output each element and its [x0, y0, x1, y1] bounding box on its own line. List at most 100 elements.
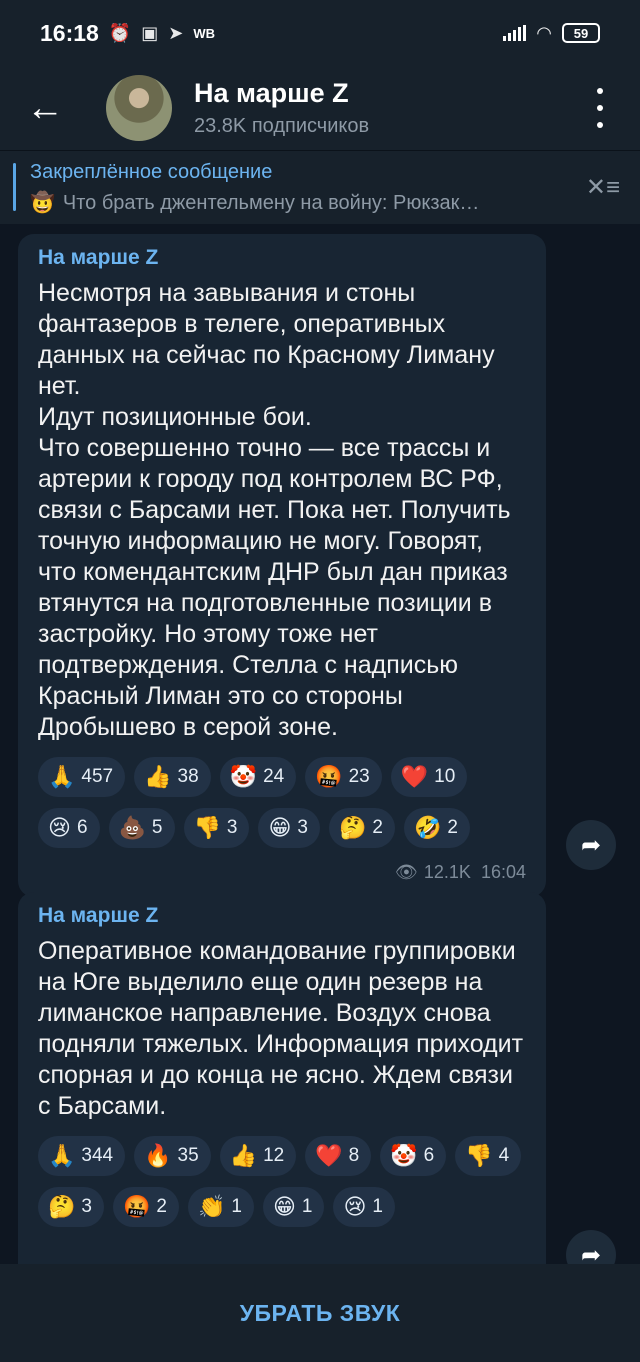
- heart-icon: ❤️: [400, 764, 429, 789]
- reaction-count: 2: [156, 1196, 167, 1217]
- reaction-clown[interactable]: 🤡 24: [219, 757, 297, 797]
- reaction-crying[interactable]: 😢 1: [333, 1187, 395, 1227]
- crying-face-icon: 😢: [48, 815, 71, 840]
- back-arrow-icon[interactable]: ←: [0, 66, 90, 150]
- reaction-poop[interactable]: 💩 5: [108, 808, 175, 848]
- thinking-face-icon: 🤔: [48, 1194, 76, 1219]
- mute-button[interactable]: УБРАТЬ ЗВУК: [240, 1300, 401, 1327]
- reaction-thinking[interactable]: 🤔 3: [38, 1187, 104, 1227]
- reaction-count: 3: [226, 817, 238, 838]
- reaction-crying[interactable]: 😢 6: [38, 808, 100, 848]
- reaction-count: 2: [447, 817, 458, 838]
- grin-icon: 😁: [268, 815, 292, 840]
- reaction-pray[interactable]: 🙏 457: [38, 757, 126, 797]
- rofl-icon: 🤣: [413, 815, 442, 840]
- reaction-count: 457: [81, 766, 114, 787]
- message-meta: 👁 12.1K 16:04: [38, 862, 526, 883]
- subscriber-count: 23.8K подписчиков: [194, 115, 370, 137]
- channel-avatar[interactable]: [106, 75, 172, 141]
- thumbs-up-icon: 👍: [229, 1143, 258, 1168]
- reaction-heart[interactable]: ❤️ 8: [305, 1136, 372, 1176]
- reaction-count: 4: [498, 1145, 510, 1166]
- message-bubble[interactable]: На марше Z Несмотря на завывания и стоны…: [18, 234, 546, 897]
- reaction-count: 8: [348, 1145, 360, 1166]
- chat-header: ← На марше Z 23.8K подписчиков: [0, 66, 640, 150]
- reaction-count: 2: [372, 817, 383, 838]
- message-bubble[interactable]: На марше Z Оперативное командование груп…: [18, 892, 546, 1264]
- reaction-grin[interactable]: 😁 3: [258, 808, 320, 848]
- reaction-heart[interactable]: ❤️ 10: [390, 757, 468, 797]
- reaction-pray[interactable]: 🙏 344: [38, 1136, 126, 1176]
- reaction-rofl[interactable]: 🤣 2: [403, 808, 470, 848]
- reaction-count: 1: [301, 1196, 313, 1217]
- message-author: На марше Z: [38, 904, 159, 927]
- battery-icon: 59: [562, 23, 600, 43]
- reaction-count: 5: [151, 817, 163, 838]
- clap-icon: 👏: [197, 1194, 226, 1219]
- message-time: 16:04: [480, 862, 526, 882]
- views-eye-icon: 👁: [395, 862, 418, 882]
- reaction-count: 6: [76, 817, 88, 838]
- reaction-count: 10: [434, 766, 456, 787]
- reaction-count: 38: [177, 766, 199, 787]
- channel-info[interactable]: На марше Z 23.8K подписчиков: [194, 78, 369, 138]
- message-text: Оперативное командование группировки на …: [38, 937, 524, 1120]
- pinned-message-bar[interactable]: Закреплённое сообщение 🤠 Что брать дженте…: [0, 150, 640, 224]
- pinned-emoji: 🤠: [30, 192, 55, 214]
- reaction-count: 12: [263, 1145, 285, 1166]
- wifi-icon: ◠: [536, 22, 552, 43]
- reaction-count: 3: [81, 1196, 92, 1217]
- reaction-clown[interactable]: 🤡 6: [380, 1136, 447, 1176]
- reaction-thumbs-up[interactable]: 👍 38: [134, 757, 211, 797]
- message-text: Несмотря на завывания и стоны фантазеров…: [38, 279, 511, 741]
- reaction-count: 24: [263, 766, 285, 787]
- status-time: 16:18: [40, 19, 99, 46]
- reaction-count: 344: [81, 1145, 114, 1166]
- reaction-count: 6: [423, 1145, 435, 1166]
- reaction-cursing[interactable]: 🤬 2: [112, 1187, 179, 1227]
- carrier-badge: WB: [193, 25, 216, 41]
- thumbs-up-icon: 👍: [144, 764, 172, 789]
- thumbs-down-icon: 👎: [465, 1143, 493, 1168]
- pinned-indicator: [13, 163, 16, 211]
- reaction-count: 3: [297, 817, 308, 838]
- share-button[interactable]: ➦: [566, 820, 616, 870]
- thinking-face-icon: 🤔: [339, 815, 367, 840]
- reaction-thumbs-up[interactable]: 👍 12: [219, 1136, 297, 1176]
- pinned-label: Закреплённое сообщение: [30, 161, 273, 183]
- message-author: На марше Z: [38, 246, 159, 269]
- pray-icon: 🙏: [48, 764, 76, 789]
- reaction-grin[interactable]: 😁 1: [262, 1187, 325, 1227]
- view-count: 12.1K: [423, 862, 471, 882]
- grin-icon: 😁: [272, 1194, 296, 1219]
- thumbs-down-icon: 👎: [193, 815, 221, 840]
- pinned-text: Что брать джентельмену на войну: Рюкзак…: [62, 192, 480, 214]
- reaction-count: 35: [177, 1145, 199, 1166]
- channel-title: На марше Z: [194, 78, 349, 108]
- reaction-count: 1: [231, 1196, 242, 1217]
- reaction-count: 23: [348, 766, 370, 787]
- pinned-list-icon[interactable]: ✕≡: [586, 173, 620, 202]
- reactions-row: 🙏 344 🔥 35 👍 12 ❤️ 8 🤡 6 👎 4 🤔 3 🤬 2 👏 1 😁 1 😢 1: [38, 1136, 526, 1227]
- reaction-cursing[interactable]: 🤬 23: [305, 757, 382, 797]
- reaction-count: 1: [372, 1196, 383, 1217]
- cursing-face-icon: 🤬: [315, 764, 343, 789]
- reaction-thumbs-down[interactable]: 👎 4: [455, 1136, 522, 1176]
- crying-face-icon: 😢: [343, 1194, 367, 1219]
- reaction-thumbs-down[interactable]: 👎 3: [183, 808, 250, 848]
- fire-icon: 🔥: [144, 1143, 172, 1168]
- app-icon: ▣: [141, 22, 159, 43]
- pinned-preview: 🤠 Что брать джентельмену на войну: Рюкзак…: [30, 190, 560, 215]
- heart-icon: ❤️: [315, 1143, 343, 1168]
- clown-icon: 🤡: [229, 764, 258, 789]
- reactions-row: 🙏 457 👍 38 🤡 24 🤬 23 ❤️ 10 😢 6 💩 5 👎 3 😁 3 🤔 2 🤣 2: [38, 757, 526, 848]
- signal-icon: [503, 25, 527, 41]
- alarm-icon: ⏰: [108, 22, 132, 43]
- pray-icon: 🙏: [48, 1143, 76, 1168]
- reaction-thinking[interactable]: 🤔 2: [329, 808, 395, 848]
- cursing-face-icon: 🤬: [122, 1194, 151, 1219]
- more-options-icon[interactable]: [590, 88, 610, 128]
- reaction-fire[interactable]: 🔥 35: [134, 1136, 211, 1176]
- reaction-clap[interactable]: 👏 1: [187, 1187, 254, 1227]
- telegram-icon: ➤: [168, 22, 184, 43]
